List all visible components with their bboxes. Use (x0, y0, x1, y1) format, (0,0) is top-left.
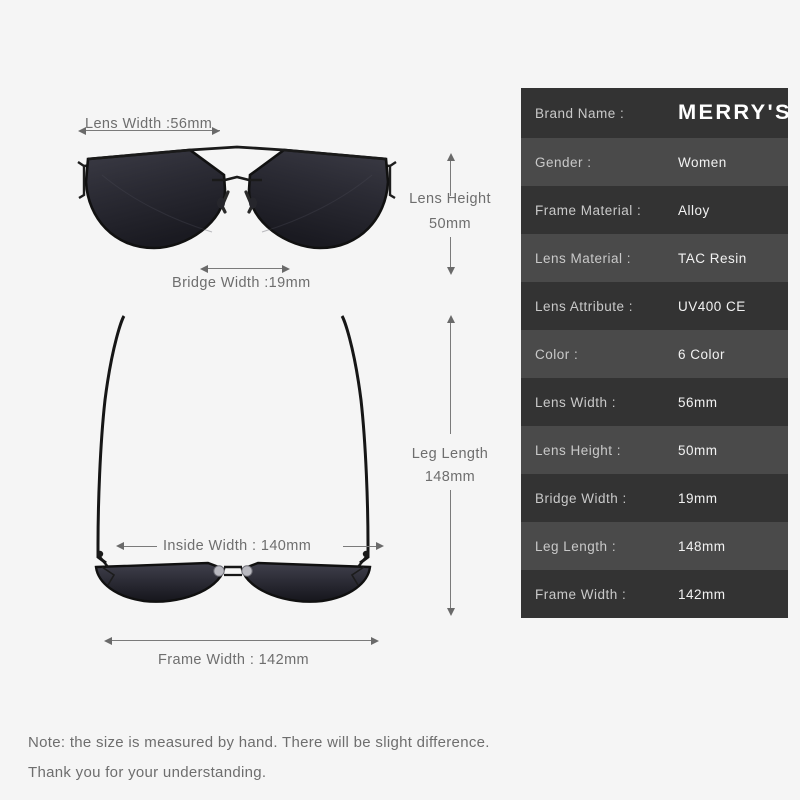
spec-row-lens-width: Lens Width : 56mm (521, 378, 788, 426)
product-spec-page: Lens Width : 56mm Lens Height 50mm Bridge… (0, 0, 800, 800)
bridge-width-arrow-right (282, 264, 290, 273)
spec-value-lens-material: TAC Resin (678, 250, 747, 266)
spec-row-bridge-width: Bridge Width : 19mm (521, 474, 788, 522)
spec-value-gender: Women (678, 154, 727, 170)
lens-width-dimension-line (80, 130, 220, 131)
spec-label-lens-attribute: Lens Attribute : (535, 298, 634, 314)
spec-row-frame-material: Frame Material : Alloy (521, 186, 788, 234)
inside-width-dimension-line-left (124, 545, 157, 547)
spec-label-color: Color : (535, 346, 579, 362)
spec-row-lens-height: Lens Height : 50mm (521, 426, 788, 474)
measurement-note-line1: Note: the size is measured by hand. Ther… (28, 734, 490, 751)
frame-width-arrow-left (104, 636, 112, 645)
spec-value-leg-length: 148mm (678, 538, 726, 554)
spec-value-lens-width: 56mm (678, 394, 718, 410)
measurement-note-line2: Thank you for your understanding. (28, 764, 267, 781)
spec-value-lens-attribute: UV400 CE (678, 298, 746, 314)
bridge-width-label: Bridge Width :19mm (172, 275, 311, 291)
lens-height-dimension-line-bottom (450, 237, 451, 269)
spec-row-frame-width: Frame Width : 142mm (521, 570, 788, 618)
spec-label-frame-material: Frame Material : (535, 202, 642, 218)
inside-width-arrow-left (116, 542, 124, 550)
spec-label-brand-name: Brand Name : (535, 105, 625, 121)
spec-row-brand: Brand Name : MERRY'S (521, 88, 790, 138)
leg-length-arrow-up (446, 315, 455, 323)
frame-width-arrow-right (371, 636, 379, 645)
lens-width-arrow-left (78, 126, 86, 135)
inside-width-label: Inside Width : 140mm (163, 538, 312, 554)
brand-logo: MERRY'S (678, 101, 792, 124)
sunglasses-front-view-image (77, 145, 397, 250)
spec-label-bridge-width: Bridge Width : (535, 490, 627, 506)
sunglasses-diagram-area: Lens Width :56mm Lens Height 50mm Bridge… (0, 0, 510, 710)
lens-height-label-line2: 50mm (429, 216, 471, 232)
spec-row-color: Color : 6 Color (521, 330, 788, 378)
spec-label-gender: Gender : (535, 154, 592, 170)
leg-length-label-line1: Leg Length (411, 446, 489, 462)
spec-row-lens-material: Lens Material : TAC Resin (521, 234, 788, 282)
lens-height-arrow-up (446, 153, 455, 161)
sunglasses-top-view-image (94, 315, 372, 603)
spec-value-bridge-width: 19mm (678, 490, 718, 506)
bridge-width-dimension-line (206, 268, 284, 269)
inside-width-arrow-right (376, 542, 384, 550)
spec-value-frame-material: Alloy (678, 202, 710, 218)
measurement-note: Note: the size is measured by hand. Ther… (28, 728, 490, 788)
spec-value-color: 6 Color (678, 346, 726, 362)
lens-height-label-line1: Lens Height (409, 191, 491, 207)
leg-length-dimension-line-bottom (450, 490, 451, 610)
spec-label-lens-material: Lens Material : (535, 250, 632, 266)
spec-value-frame-width: 142mm (678, 586, 726, 602)
frame-width-label: Frame Width : 142mm (158, 652, 310, 668)
lens-height-arrow-down (446, 267, 455, 275)
spec-value-lens-height: 50mm (678, 442, 718, 458)
spec-row-gender: Gender : Women (521, 138, 788, 186)
specification-table: Brand Name : MERRY'S Gender : Women Fram… (521, 88, 790, 618)
bridge-width-arrow-left (200, 264, 208, 273)
spec-label-frame-width: Frame Width : (535, 586, 627, 602)
spec-label-lens-height: Lens Height : (535, 442, 622, 458)
spec-row-lens-attribute: Lens Attribute : UV400 CE (521, 282, 788, 330)
lens-width-arrow-right (212, 126, 220, 135)
spec-label-lens-width: Lens Width : (535, 394, 617, 410)
leg-length-label-line2: 148mm (424, 469, 476, 485)
frame-width-dimension-line (110, 640, 373, 641)
spec-label-leg-length: Leg Length : (535, 538, 617, 554)
leg-length-dimension-line-top (450, 322, 451, 434)
spec-row-leg-length: Leg Length : 148mm (521, 522, 788, 570)
inside-width-dimension-line-right (343, 545, 376, 547)
leg-length-arrow-down (446, 608, 455, 616)
